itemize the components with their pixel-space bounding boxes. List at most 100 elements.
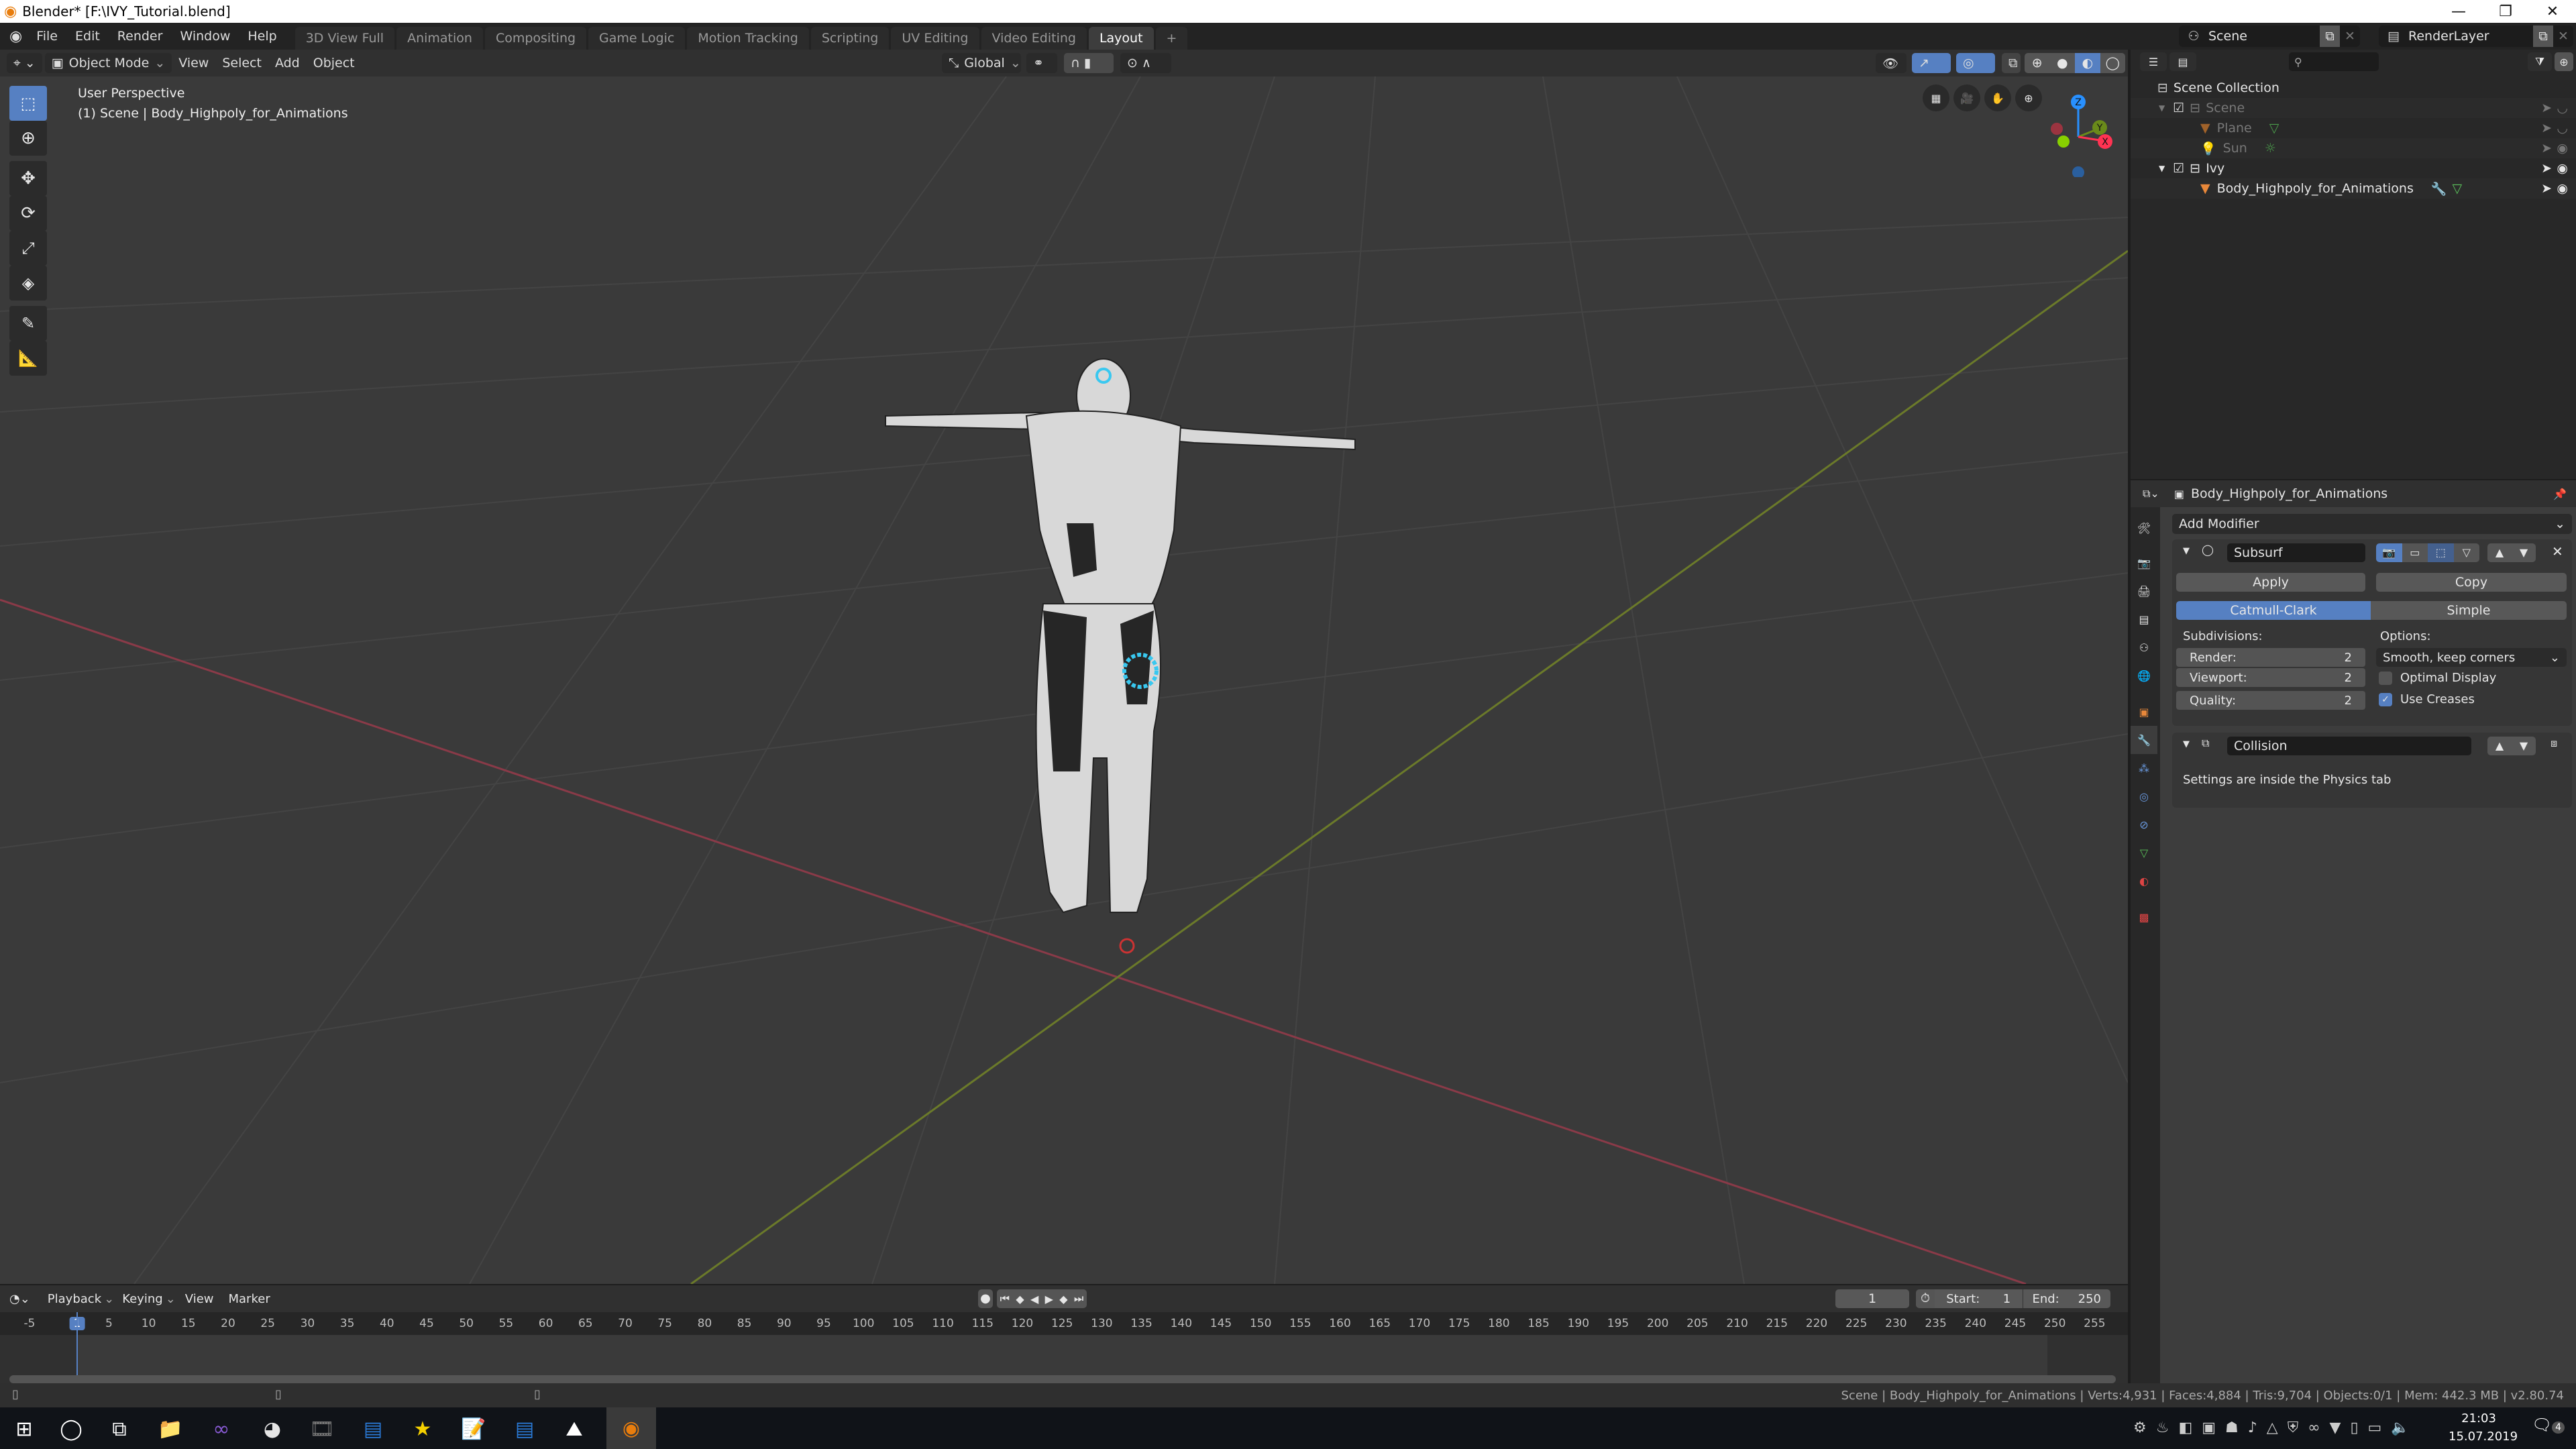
visibility-selector[interactable]: 👁 <box>1876 53 1907 73</box>
scene-selector[interactable]: ⚇ Scene ⧉ ✕ <box>2179 25 2360 47</box>
move-up-icon[interactable]: ▲ <box>2487 543 2512 562</box>
view-layer-selector[interactable]: ▤ RenderLayer ⧉ ✕ <box>2379 25 2573 47</box>
editor-type-button[interactable]: ⌖ ⌄ <box>7 53 42 73</box>
menu-select[interactable]: Select <box>215 56 268 70</box>
tab-layout[interactable]: Layout <box>1088 27 1154 50</box>
tab-physics[interactable]: ◎ <box>2131 782 2157 810</box>
material-preview-shading-button[interactable]: ◐ <box>2075 53 2100 73</box>
frame-ruler[interactable]: -515101520253035404550556065707580859095… <box>0 1312 2128 1335</box>
auto-keying-button[interactable]: ● <box>978 1289 993 1308</box>
taskbar-media[interactable]: 🎞 <box>307 1414 337 1444</box>
taskbar-visual-studio[interactable]: ∞ <box>207 1414 236 1444</box>
tab-scripting[interactable]: Scripting <box>810 27 890 50</box>
add-workspace-button[interactable]: + <box>1155 27 1188 50</box>
tab-motion-tracking[interactable]: Motion Tracking <box>687 27 809 50</box>
uv-smooth-dropdown[interactable]: Smooth, keep corners ⌄ <box>2376 648 2567 667</box>
clock[interactable]: 21:03 15.07.2019 <box>2449 1411 2518 1444</box>
outliner-search-input[interactable] <box>2306 56 2373 67</box>
viewport-levels-field[interactable]: Viewport: 2 <box>2176 668 2365 687</box>
hidden-icon[interactable]: ◡ <box>2557 101 2568 115</box>
optimal-display-checkbox[interactable]: Optimal Display <box>2379 671 2496 685</box>
timeline-scrollbar[interactable] <box>9 1375 2116 1383</box>
timeline-editor-icon[interactable]: ◔⌄ <box>9 1292 30 1306</box>
collapse-arrow-icon[interactable]: ▼ <box>2183 546 2190 556</box>
tab-video-editing[interactable]: Video Editing <box>981 27 1087 50</box>
cage-toggle-icon[interactable]: ▽ <box>2453 543 2479 562</box>
tab-object[interactable]: ▣ <box>2131 698 2157 726</box>
outliner-item-ivy[interactable]: ▼ ☑ ⊟ Ivy ➤ ◉ <box>2131 158 2576 178</box>
snap-toggle[interactable]: ∩ ▮ <box>1064 53 1114 73</box>
navigation-gizmo[interactable]: Z Y X <box>2039 83 2127 177</box>
catmull-clark-option[interactable]: Catmull-Clark <box>2176 601 2371 620</box>
mode-selector[interactable]: ▣ Object Mode ⌄ <box>44 53 172 73</box>
menu-help[interactable]: Help <box>239 29 285 44</box>
tool-transform[interactable]: ◈ <box>9 266 47 301</box>
action-center-button[interactable]: 🗨 4 <box>2532 1415 2565 1434</box>
tab-scene[interactable]: ⚇ <box>2131 633 2157 661</box>
solid-shading-button[interactable]: ● <box>2049 53 2075 73</box>
move-down-icon[interactable]: ▼ <box>2512 737 2536 755</box>
stopwatch-icon[interactable]: ⏱ <box>1916 1289 1935 1308</box>
expand-arrow-icon[interactable]: ▼ <box>2159 103 2165 113</box>
system-tray[interactable]: ⚙♨◧▣☗♪△⛨∞▼▯▭🔈 <box>2133 1419 2419 1436</box>
toggle-grid-button[interactable]: ▦ <box>1923 85 1949 111</box>
menu-marker[interactable]: Marker <box>229 1292 270 1306</box>
close-button[interactable]: ✕ <box>2529 0 2576 23</box>
jump-start-icon[interactable]: ⏮ <box>1000 1292 1010 1305</box>
simple-option[interactable]: Simple <box>2371 601 2567 620</box>
tab-output[interactable]: 🖨 <box>2131 577 2157 605</box>
selectable-icon[interactable]: ➤ <box>2541 161 2552 176</box>
taskbar-file-explorer[interactable]: 📁 <box>156 1414 185 1444</box>
playhead-line[interactable] <box>76 1312 78 1383</box>
xray-toggle[interactable]: ⧉ <box>2002 53 2021 73</box>
menu-render[interactable]: Render <box>109 29 172 44</box>
display-mode-button[interactable]: ▤ <box>2169 52 2196 71</box>
tab-render[interactable]: 📷 <box>2131 549 2157 577</box>
taskbar-blender[interactable]: ◉ <box>606 1407 656 1449</box>
tab-view-layer[interactable]: ▤ <box>2131 605 2157 633</box>
taskbar-chrome[interactable]: ◕ <box>258 1414 287 1444</box>
toggle-icon[interactable]: ⧈ <box>2551 737 2557 750</box>
tab-3d-view-full[interactable]: 3D View Full <box>294 27 395 50</box>
outliner-item-sun[interactable]: 💡 Sun ☼ ➤ ◉ <box>2131 138 2576 158</box>
taskbar-app-window[interactable]: ▤ <box>358 1414 388 1444</box>
wireframe-shading-button[interactable]: ⊕ <box>2025 53 2050 73</box>
selectable-icon[interactable]: ➤ <box>2541 121 2552 136</box>
filter-button[interactable]: ⧩ <box>2528 52 2552 71</box>
task-view-button[interactable]: ⧉ <box>105 1414 134 1444</box>
move-down-icon[interactable]: ▼ <box>2512 543 2536 562</box>
eye-icon[interactable]: ◉ <box>2557 161 2568 176</box>
current-frame-field[interactable]: 1 <box>1835 1289 1909 1308</box>
copy-button[interactable]: Copy <box>2376 573 2567 592</box>
eye-icon[interactable]: ◉ <box>2557 141 2568 156</box>
move-up-icon[interactable]: ▲ <box>2487 737 2512 755</box>
new-scene-icon[interactable]: ⧉ <box>2320 25 2340 47</box>
tab-compositing[interactable]: Compositing <box>484 27 587 50</box>
next-keyframe-icon[interactable]: ◆ <box>1059 1293 1067 1305</box>
play-reverse-icon[interactable]: ◀ <box>1030 1293 1038 1305</box>
zoom-button[interactable]: ⊕ <box>2015 85 2042 111</box>
tab-animation[interactable]: Animation <box>396 27 483 50</box>
tab-modifiers[interactable]: 🔧 <box>2131 726 2157 754</box>
play-icon[interactable]: ▶ <box>1045 1293 1053 1305</box>
menu-playback[interactable]: Playback <box>48 1292 101 1306</box>
tab-particles[interactable]: ⁂ <box>2131 754 2157 782</box>
delete-scene-icon[interactable]: ✕ <box>2340 29 2360 44</box>
menu-edit[interactable]: Edit <box>66 29 109 44</box>
search-button[interactable]: ◯ <box>56 1414 86 1444</box>
tab-constraints[interactable]: ⊘ <box>2131 810 2157 839</box>
character-model[interactable] <box>872 356 1442 1026</box>
eye-icon[interactable]: ◉ <box>2557 181 2568 196</box>
tab-game-logic[interactable]: Game Logic <box>588 27 686 50</box>
tab-tool[interactable]: 🛠 <box>2131 514 2157 542</box>
gizmo-toggle[interactable]: ↗ <box>1912 53 1951 73</box>
menu-view[interactable]: View <box>172 56 215 70</box>
restore-button[interactable]: ❐ <box>2482 0 2529 23</box>
taskbar-app-window-2[interactable]: ▤ <box>510 1414 539 1444</box>
jump-end-icon[interactable]: ⏭ <box>1074 1292 1083 1305</box>
3d-viewport[interactable]: ⬚ ⊕ ✥ ⟳ ⤢ ◈ ✎ 📐 User Perspective (1) Sce… <box>0 76 2128 1284</box>
taskbar-favorites[interactable]: ★ <box>408 1414 437 1444</box>
menu-file[interactable]: File <box>28 29 66 44</box>
camera-view-button[interactable]: 🎥 <box>1953 85 1980 111</box>
tool-cursor[interactable]: ⊕ <box>9 121 47 156</box>
